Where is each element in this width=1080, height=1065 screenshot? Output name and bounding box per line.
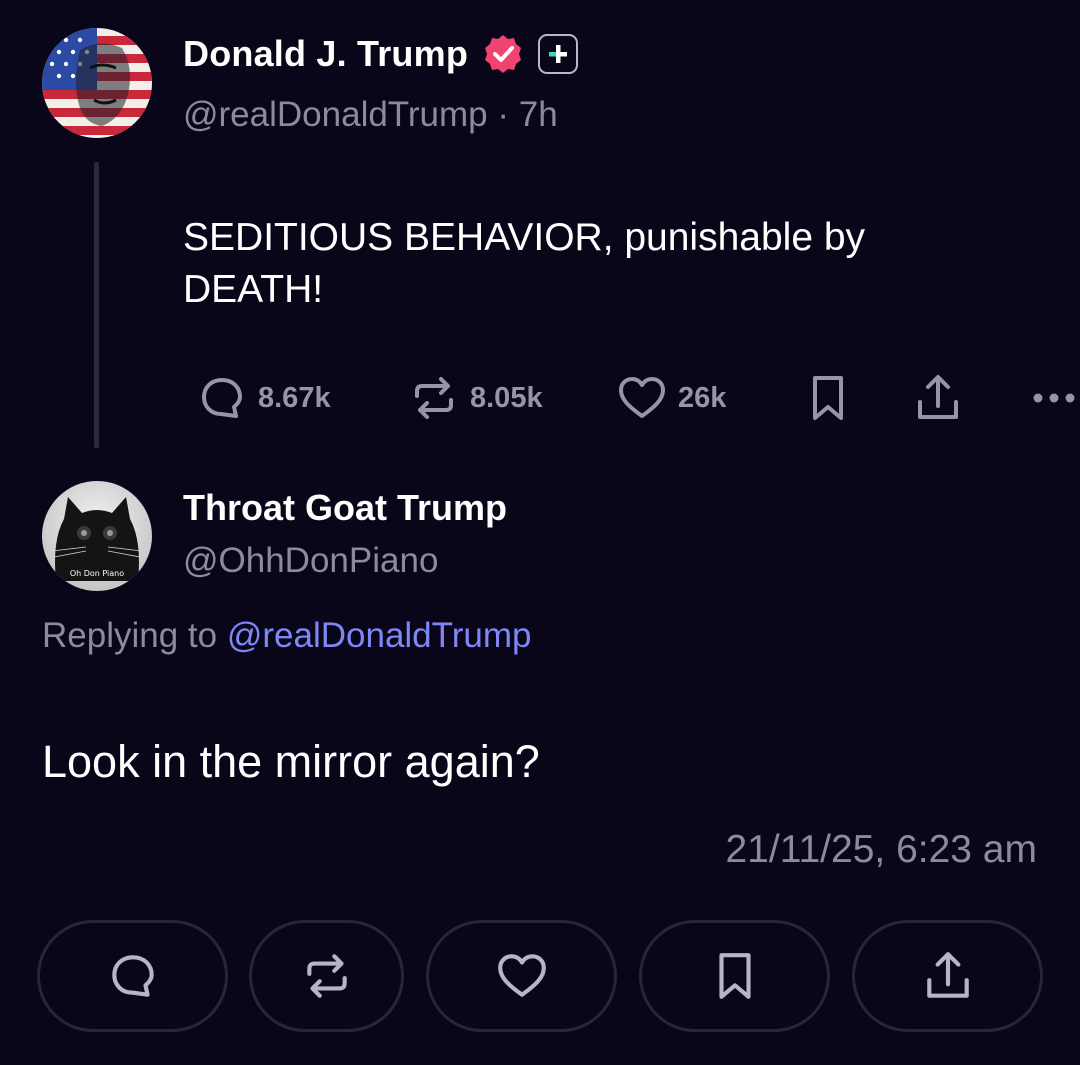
repost-button[interactable]: 8.05k bbox=[408, 372, 543, 424]
bookmark-pill-button[interactable] bbox=[639, 920, 830, 1032]
heart-icon bbox=[619, 377, 665, 418]
reply-pill-button[interactable] bbox=[37, 920, 228, 1032]
bookmark-icon bbox=[718, 953, 751, 999]
like-button[interactable]: 26k bbox=[616, 372, 726, 424]
share-upload-icon bbox=[918, 375, 958, 419]
reply-author-display-name[interactable]: Throat Goat Trump bbox=[183, 487, 507, 529]
reply-count: 8.67k bbox=[258, 381, 331, 414]
author-avatar[interactable] bbox=[42, 28, 152, 138]
thread-connector-line bbox=[94, 162, 99, 448]
author-handle[interactable]: @realDonaldTrump bbox=[183, 95, 488, 134]
repost-arrows-icon bbox=[415, 377, 453, 419]
subscriber-plus-icon bbox=[538, 34, 579, 74]
author-name-row: Donald J. Trump bbox=[183, 30, 579, 78]
like-count: 26k bbox=[678, 381, 727, 414]
post-body-text: SEDITIOUS BEHAVIOR, punishable by DEATH! bbox=[183, 216, 866, 311]
share-button[interactable] bbox=[912, 372, 964, 424]
author-handle-row: @realDonaldTrump · 7h bbox=[183, 95, 558, 135]
replying-to-prefix: Replying to bbox=[42, 616, 218, 655]
speech-bubble-icon bbox=[202, 378, 242, 418]
reply-author-avatar[interactable]: Oh Don Piano bbox=[42, 481, 152, 591]
speech-bubble-icon bbox=[111, 955, 154, 997]
heart-icon bbox=[497, 954, 546, 997]
meta-separator: · bbox=[497, 95, 510, 134]
avatar-caption: Oh Don Piano bbox=[70, 569, 124, 578]
ellipsis-icon bbox=[1033, 393, 1075, 403]
post-time-ago: 7h bbox=[518, 95, 558, 134]
replying-to-mention-link[interactable]: @realDonaldTrump bbox=[227, 616, 532, 655]
share-upload-icon bbox=[926, 952, 969, 998]
reply-button[interactable]: 8.67k bbox=[196, 372, 331, 424]
repost-pill-button[interactable] bbox=[249, 920, 404, 1032]
verified-badge-icon bbox=[485, 35, 522, 73]
author-display-name[interactable]: Donald J. Trump bbox=[183, 33, 468, 75]
bookmark-button[interactable] bbox=[802, 372, 854, 424]
share-pill-button[interactable] bbox=[852, 920, 1043, 1032]
more-options-button[interactable] bbox=[1030, 372, 1080, 424]
like-pill-button[interactable] bbox=[426, 920, 617, 1032]
flag-portrait-image bbox=[42, 28, 152, 138]
post-thread-screen: Donald J. Trump @realDonaldTrump · 7h SE… bbox=[0, 0, 1080, 1065]
replying-to-line: Replying to @realDonaldTrump bbox=[42, 616, 531, 656]
cat-photo-image: Oh Don Piano bbox=[42, 481, 152, 591]
repost-arrows-icon bbox=[306, 954, 347, 998]
reply-body-text: Look in the mirror again? bbox=[42, 736, 540, 787]
repost-count: 8.05k bbox=[470, 381, 543, 414]
reply-author-handle[interactable]: @OhhDonPiano bbox=[183, 541, 438, 581]
reply-timestamp: 21/11/25, 6:23 am bbox=[725, 828, 1037, 871]
bookmark-icon bbox=[813, 376, 843, 420]
